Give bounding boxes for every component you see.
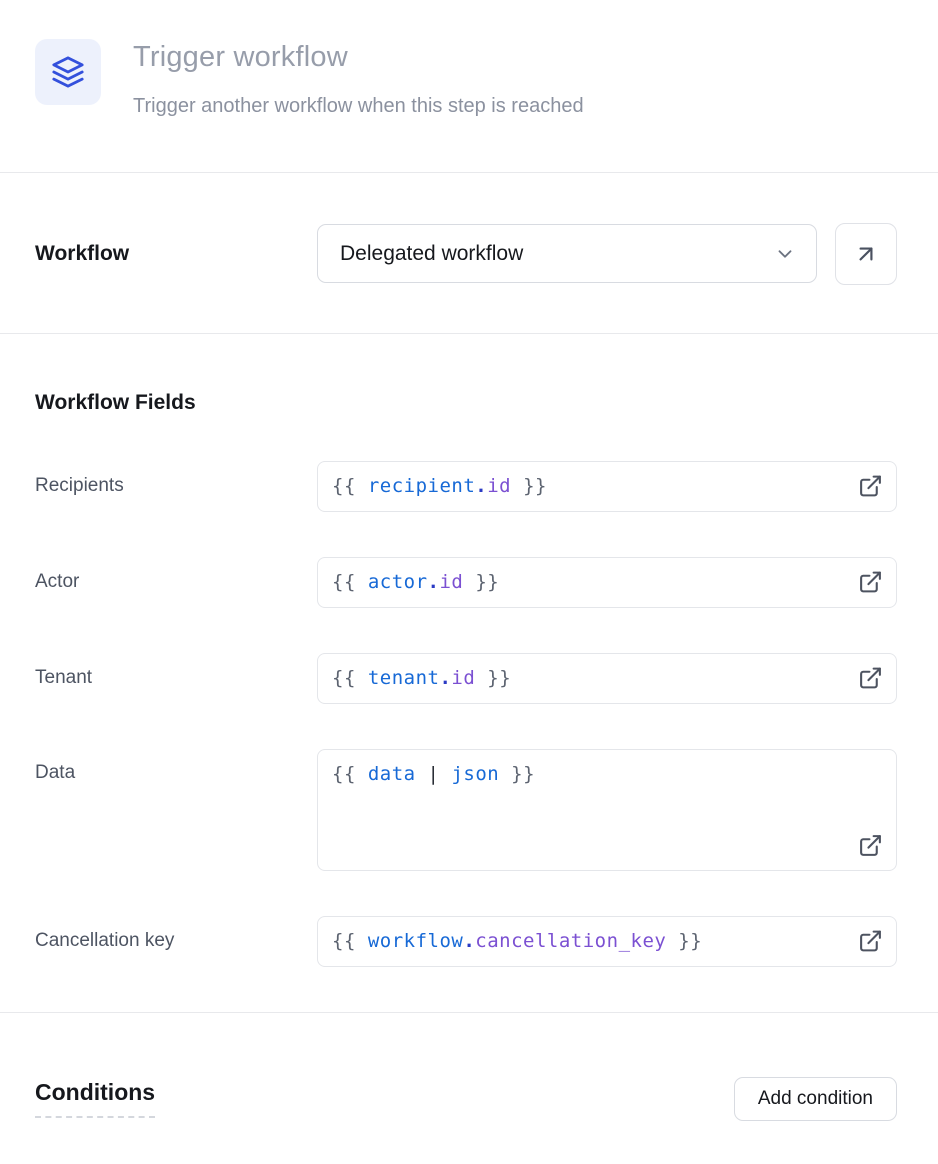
workflow-controls: Delegated workflow <box>317 223 897 285</box>
workflow-fields-section: Workflow Fields Recipients {{ recipient.… <box>35 391 897 967</box>
external-link-icon[interactable] <box>858 474 883 499</box>
field-label: Actor <box>35 571 317 593</box>
field-code-input[interactable]: {{ workflow.cancellation_key }} <box>317 916 897 967</box>
field-code-input[interactable]: {{ tenant.id }} <box>317 653 897 704</box>
layers-icon <box>35 39 101 105</box>
field-row: Data {{ data | json }} <box>35 749 897 871</box>
field-code-value: {{ recipient.id }} <box>318 475 599 497</box>
open-workflow-button[interactable] <box>835 223 897 285</box>
workflow-section: Workflow Delegated workflow <box>35 173 897 333</box>
panel-header: Trigger workflow Trigger another workflo… <box>35 0 897 172</box>
field-label: Recipients <box>35 475 317 497</box>
conditions-section: Conditions Add condition <box>35 1077 897 1121</box>
workflow-fields-heading: Workflow Fields <box>35 391 897 415</box>
field-label: Tenant <box>35 667 317 689</box>
workflow-select[interactable]: Delegated workflow <box>317 224 817 283</box>
add-condition-button[interactable]: Add condition <box>734 1077 897 1121</box>
field-code-input[interactable]: {{ actor.id }} <box>317 557 897 608</box>
workflow-label-col: Workflow <box>35 242 317 266</box>
field-code-value: {{ tenant.id }} <box>318 667 563 689</box>
field-row: Cancellation key {{ workflow.cancellatio… <box>35 916 897 967</box>
field-label: Cancellation key <box>35 930 317 952</box>
external-link-icon[interactable] <box>858 570 883 595</box>
field-code-input[interactable]: {{ data | json }} <box>317 749 897 871</box>
external-link-icon[interactable] <box>858 929 883 954</box>
layers-icon-glyph <box>51 55 85 89</box>
conditions-heading: Conditions <box>35 1079 155 1118</box>
field-code-input[interactable]: {{ recipient.id }} <box>317 461 897 512</box>
workflow-label: Workflow <box>35 242 129 265</box>
external-link-icon[interactable] <box>858 666 883 691</box>
external-link-icon[interactable] <box>858 833 883 858</box>
fields-rows: Recipients {{ recipient.id }} Actor {{ a… <box>35 461 897 967</box>
field-code-value: {{ data | json }} <box>318 750 587 785</box>
field-label: Data <box>35 749 317 784</box>
arrow-up-right-icon <box>853 241 879 267</box>
workflow-select-value: Delegated workflow <box>340 242 523 266</box>
field-row: Actor {{ actor.id }} <box>35 557 897 608</box>
step-title[interactable]: Trigger workflow <box>133 39 584 74</box>
trigger-workflow-panel: Trigger workflow Trigger another workflo… <box>0 0 938 1164</box>
field-code-value: {{ actor.id }} <box>318 571 551 593</box>
step-subtitle: Trigger another workflow when this step … <box>133 95 584 118</box>
divider <box>0 1012 938 1013</box>
chevron-down-icon <box>774 243 796 265</box>
field-code-value: {{ workflow.cancellation_key }} <box>318 930 754 952</box>
header-text: Trigger workflow Trigger another workflo… <box>133 39 584 118</box>
field-row: Recipients {{ recipient.id }} <box>35 461 897 512</box>
field-row: Tenant {{ tenant.id }} <box>35 653 897 704</box>
divider <box>0 333 938 334</box>
